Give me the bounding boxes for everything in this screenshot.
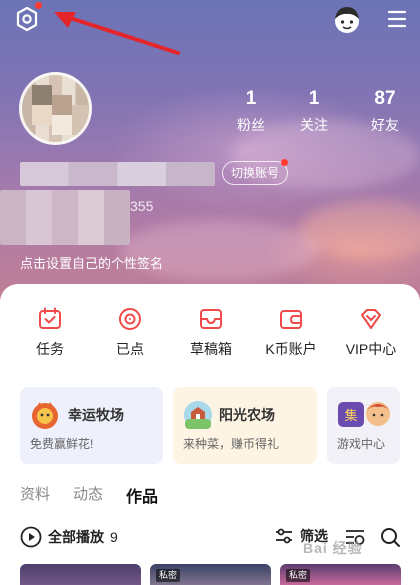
friends-stat[interactable]: 87 好友 bbox=[355, 88, 415, 135]
lucky-ranch-title: 幸运牧场 bbox=[68, 407, 124, 423]
settings-gear-icon[interactable] bbox=[14, 6, 40, 32]
works-count: 9 bbox=[110, 529, 118, 545]
following-stat[interactable]: 1 关注 bbox=[284, 88, 344, 135]
user-avatar[interactable] bbox=[19, 72, 92, 145]
cartoon-avatar-icon[interactable] bbox=[331, 3, 363, 35]
game-center-icon: 集 bbox=[338, 402, 390, 427]
vinyl-disc-icon bbox=[119, 308, 141, 330]
play-all-label: 全部播放 bbox=[48, 529, 104, 545]
tab-works[interactable]: 作品 bbox=[126, 483, 158, 507]
task-button[interactable]: 任务 bbox=[15, 306, 85, 359]
following-label: 关注 bbox=[300, 117, 328, 133]
friends-label: 好友 bbox=[371, 117, 399, 133]
work-thumbnail[interactable]: 私密 bbox=[280, 564, 401, 585]
calendar-icon bbox=[39, 307, 61, 329]
sunshine-farm-subtitle: 来种菜，赚币得礼 bbox=[183, 437, 280, 451]
k-coin-account-label: K币账户 bbox=[265, 341, 317, 357]
tab-profile-info[interactable]: 资料 bbox=[20, 483, 50, 504]
svg-text:集: 集 bbox=[344, 408, 357, 424]
blurred-user-id bbox=[0, 190, 130, 245]
tab-activity[interactable]: 动态 bbox=[73, 483, 103, 504]
played-songs-label: 已点 bbox=[116, 341, 144, 357]
filter-sliders-icon bbox=[276, 528, 292, 544]
followers-label: 粉丝 bbox=[237, 117, 265, 133]
sunshine-farm-title: 阳光农场 bbox=[219, 407, 275, 423]
user-id-text: 355 bbox=[130, 198, 154, 214]
inbox-tray-icon bbox=[200, 309, 222, 329]
play-all-button[interactable]: 全部播放 9 bbox=[20, 526, 118, 548]
private-badge: 私密 bbox=[156, 569, 181, 582]
work-thumbnail[interactable] bbox=[20, 564, 141, 585]
friends-count: 87 bbox=[374, 88, 396, 109]
sunshine-farm-icon bbox=[184, 401, 212, 429]
diamond-icon bbox=[361, 309, 381, 329]
k-coin-account-button[interactable]: K币账户 bbox=[256, 306, 326, 359]
play-circle-icon bbox=[20, 526, 42, 548]
game-center-card[interactable]: 集 游戏中心 bbox=[327, 387, 400, 464]
switch-account-button[interactable]: 切换账号 bbox=[222, 161, 289, 185]
settings-notification-dot bbox=[35, 2, 42, 9]
wallet-icon bbox=[280, 310, 302, 329]
followers-stat[interactable]: 1 粉丝 bbox=[221, 88, 281, 135]
vip-center-label: VIP中心 bbox=[345, 341, 397, 357]
bio-prompt[interactable]: 点击设置自己的个性签名 bbox=[20, 253, 163, 272]
lucky-ranch-subtitle: 免费赢鲜花! bbox=[30, 437, 94, 451]
switch-account-notification-dot bbox=[281, 159, 288, 166]
following-count: 1 bbox=[308, 88, 320, 109]
drafts-label: 草稿箱 bbox=[190, 341, 232, 357]
baidu-jingyan-watermark: Bai 经验 bbox=[303, 540, 363, 556]
vip-center-button[interactable]: VIP中心 bbox=[336, 306, 406, 359]
red-arrow-annotation-icon bbox=[54, 12, 180, 55]
followers-count: 1 bbox=[245, 88, 257, 109]
lucky-ranch-icon bbox=[32, 402, 58, 429]
played-songs-button[interactable]: 已点 bbox=[95, 306, 165, 359]
drafts-button[interactable]: 草稿箱 bbox=[176, 306, 246, 359]
blurred-username bbox=[20, 162, 215, 186]
task-label: 任务 bbox=[36, 341, 64, 357]
hamburger-menu-icon[interactable] bbox=[386, 8, 408, 30]
work-thumbnail[interactable]: 私密 bbox=[150, 564, 271, 585]
lucky-ranch-card[interactable]: 幸运牧场 免费赢鲜花! bbox=[20, 387, 163, 464]
search-icon[interactable] bbox=[379, 526, 401, 548]
game-center-label: 游戏中心 bbox=[337, 437, 386, 451]
private-badge: 私密 bbox=[286, 569, 311, 582]
sunshine-farm-card[interactable]: 阳光农场 来种菜，赚币得礼 bbox=[173, 387, 317, 464]
